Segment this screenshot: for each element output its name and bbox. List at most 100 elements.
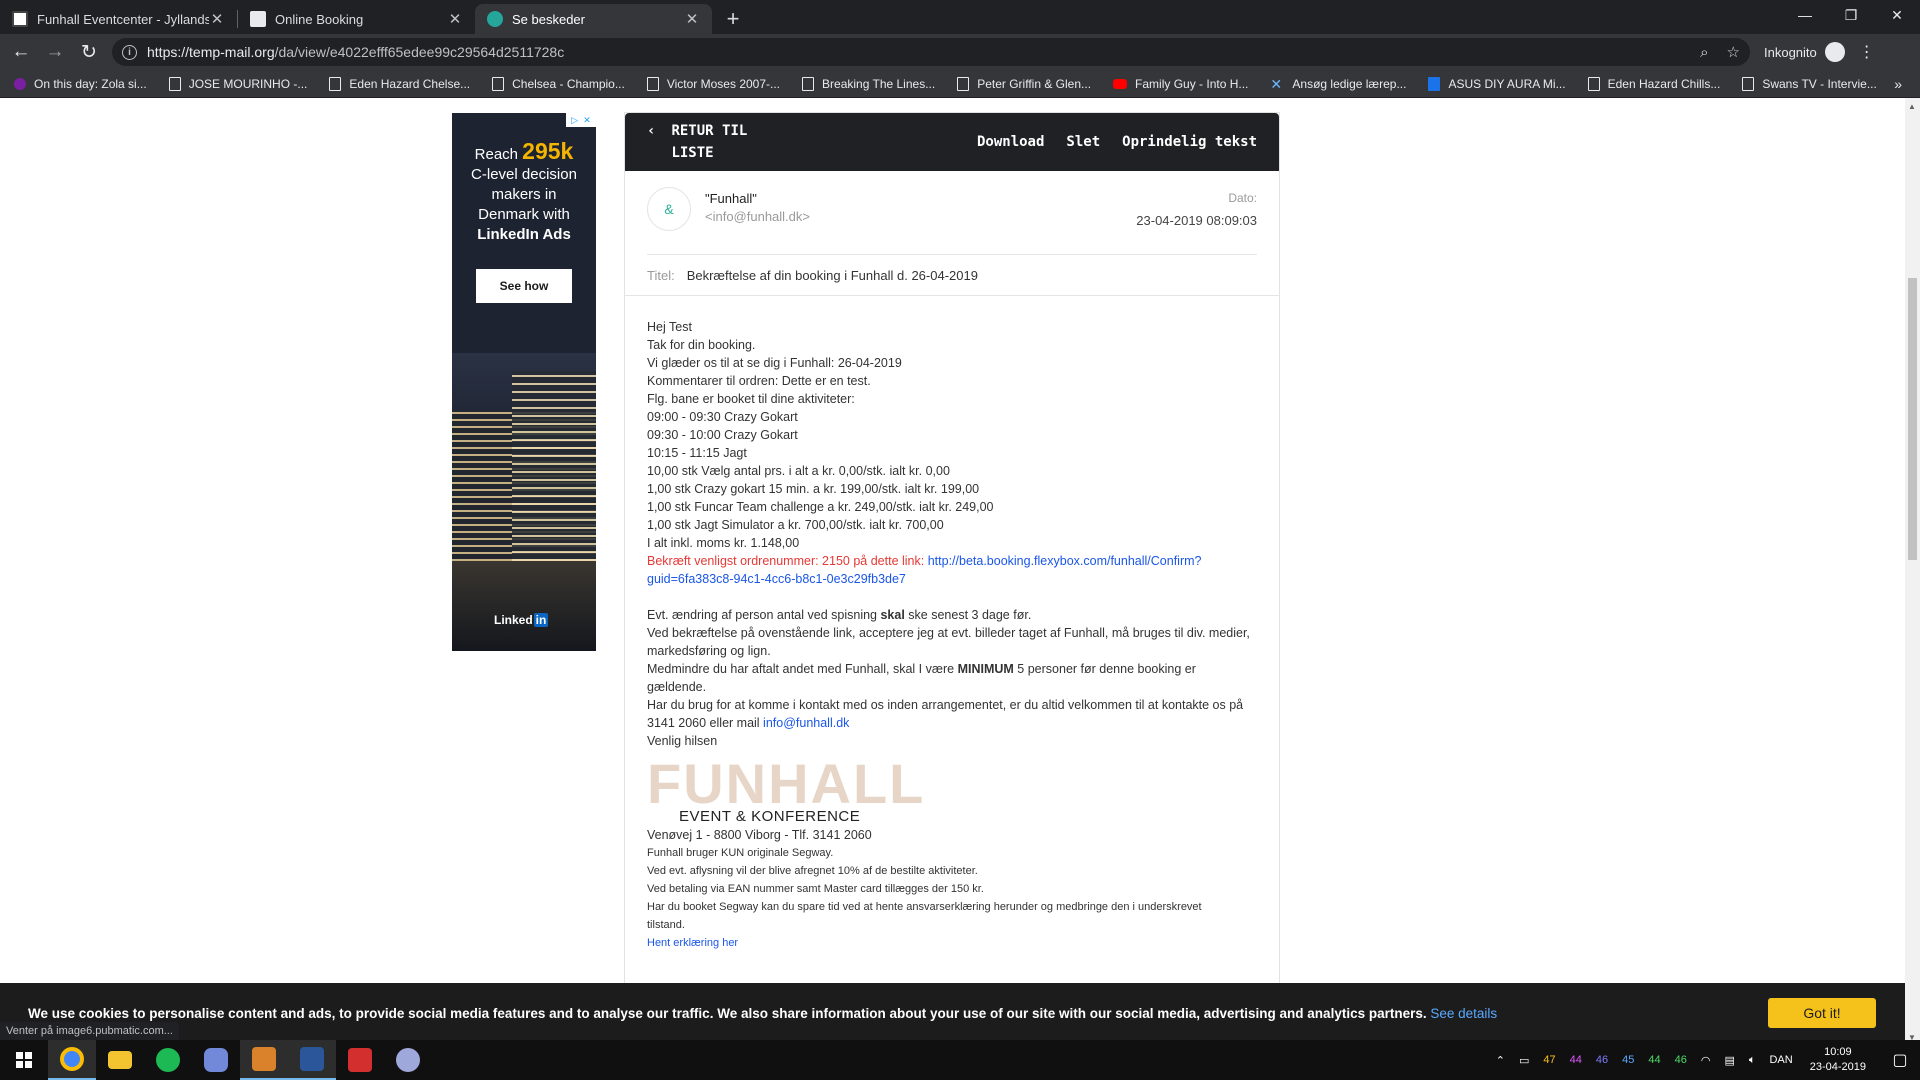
minimize-icon[interactable]: — xyxy=(1782,0,1828,30)
tray-number[interactable]: 46 xyxy=(1596,1054,1608,1066)
wifi-icon[interactable]: ◠ xyxy=(1701,1054,1711,1067)
bookmark-item[interactable]: Eden Hazard Chills... xyxy=(1587,76,1720,91)
confirm-link-guid[interactable]: guid=6fa383c8-94c1-4cc6-b8c1-0e3c29fb3de… xyxy=(647,572,906,586)
bookmark-label: Ansøg ledige lærep... xyxy=(1292,76,1407,91)
more-bookmarks-button[interactable]: » xyxy=(1894,76,1902,92)
battery-icon[interactable]: ▭ xyxy=(1519,1054,1529,1067)
tab-funhall[interactable]: Funhall Eventcenter - Jyllands st ✕ xyxy=(0,4,237,34)
forward-arrow-icon[interactable]: → xyxy=(38,37,72,67)
back-arrow-icon[interactable]: ← xyxy=(4,37,38,67)
body-paragraph: markedsføring og lign. xyxy=(647,644,771,658)
bookmark-label: Swans TV - Intervie... xyxy=(1762,76,1877,91)
confirm-text: Bekræft venligst ordrenummer: 2150 på de… xyxy=(647,554,925,568)
bookmark-item[interactable]: Swans TV - Intervie... xyxy=(1742,76,1877,91)
email-link[interactable]: info@funhall.dk xyxy=(763,716,849,730)
new-tab-button[interactable]: + xyxy=(718,4,748,34)
funhall-logo: FUNHALL EVENT & KONFERENCE xyxy=(647,752,926,826)
bookmark-item[interactable]: Family Guy - Into H... xyxy=(1113,77,1248,91)
download-button[interactable]: Download xyxy=(977,134,1044,150)
language-indicator[interactable]: DAN xyxy=(1769,1054,1792,1066)
close-icon[interactable]: ✕ xyxy=(447,10,463,28)
body-paragraph: Evt. ændring af person antal ved spisnin… xyxy=(647,608,1032,622)
page-scrollbar[interactable]: ▲ ▼ xyxy=(1905,98,1920,1046)
tray-number[interactable]: 46 xyxy=(1675,1054,1687,1066)
acrobat-icon[interactable] xyxy=(336,1040,384,1080)
body-line: 1,00 stk Jagt Simulator a kr. 700,00/stk… xyxy=(647,518,944,532)
email-header-bar: ‹ RETUR TIL LISTE Download Slet Oprindel… xyxy=(625,113,1279,171)
cookie-banner: We use cookies to personalise content an… xyxy=(0,983,1905,1046)
close-icon[interactable]: ✕ xyxy=(209,10,225,28)
body-line: 10,00 stk Vælg antal prs. i alt a kr. 0,… xyxy=(647,464,950,478)
chevron-up-icon[interactable]: ⌃ xyxy=(1496,1054,1505,1067)
volume-icon[interactable]: 🔈︎ xyxy=(1749,1054,1756,1067)
bookmark-item[interactable]: Peter Griffin & Glen... xyxy=(957,76,1092,91)
email-view: ‹ RETUR TIL LISTE Download Slet Oprindel… xyxy=(624,112,1280,1046)
linkedin-ad[interactable]: ▷ ✕ Reach 295k C-level decision makers in… xyxy=(452,113,596,651)
network-icon[interactable]: ▤ xyxy=(1724,1054,1734,1067)
back-to-list-button[interactable]: ‹ RETUR TIL LISTE xyxy=(647,120,807,164)
tab-se-beskeder[interactable]: Se beskeder ✕ xyxy=(475,4,712,34)
notification-icon[interactable]: ▢ xyxy=(1880,1040,1920,1080)
window-close-icon[interactable]: ✕ xyxy=(1874,0,1920,30)
browser-toolbar: ← → ↻ i https://temp-mail.org /da/view/e… xyxy=(0,34,1920,70)
ad-see-how-button[interactable]: See how xyxy=(476,269,572,303)
file-explorer-icon[interactable] xyxy=(96,1040,144,1080)
paint-icon[interactable] xyxy=(240,1040,288,1080)
download-declaration-link[interactable]: Hent erklæring her xyxy=(647,937,738,949)
chrome-icon[interactable] xyxy=(48,1040,96,1080)
tray-number[interactable]: 47 xyxy=(1543,1054,1555,1066)
bookmark-item[interactable]: JOSE MOURINHO -... xyxy=(168,76,307,91)
bookmark-item[interactable]: ASUS DIY AURA Mi... xyxy=(1428,76,1566,91)
menu-dots-icon[interactable]: ⋮ xyxy=(1859,42,1875,62)
windows-start-button[interactable] xyxy=(0,1040,48,1080)
reload-icon[interactable]: ↻ xyxy=(72,37,106,67)
paint-palette-icon[interactable] xyxy=(384,1040,432,1080)
word-icon[interactable] xyxy=(288,1040,336,1080)
discord-icon[interactable] xyxy=(192,1040,240,1080)
bookmark-item[interactable]: Eden Hazard Chelse... xyxy=(329,76,470,91)
document-favicon-icon xyxy=(250,11,266,27)
tray-number[interactable]: 44 xyxy=(1570,1054,1582,1066)
bookmark-label: Peter Griffin & Glen... xyxy=(977,76,1092,91)
date-label: Dato: xyxy=(1228,191,1257,205)
bookmark-star-icon[interactable]: ☆ xyxy=(1727,43,1740,61)
tab-title: Funhall Eventcenter - Jyllands st xyxy=(37,11,209,27)
scroll-up-icon[interactable]: ▲ xyxy=(1908,102,1916,111)
bookmark-item[interactable]: Victor Moses 2007-... xyxy=(646,76,780,91)
bookmark-item[interactable]: Chelsea - Champio... xyxy=(492,76,625,91)
body-paragraph: 3141 2060 eller mail info@funhall.dk xyxy=(647,716,850,730)
close-icon[interactable]: ✕ xyxy=(684,10,700,28)
other-icon xyxy=(14,77,26,90)
sender-info: & "Funhall" <info@funhall.dk> Dato: 23-0… xyxy=(647,171,1257,255)
page-icon xyxy=(492,76,505,91)
scrollbar-thumb[interactable] xyxy=(1908,278,1917,560)
tray-number[interactable]: 45 xyxy=(1622,1054,1634,1066)
bookmark-label: ASUS DIY AURA Mi... xyxy=(1448,76,1566,91)
got-it-button[interactable]: Got it! xyxy=(1768,998,1876,1028)
subject-label: Titel: xyxy=(647,267,675,283)
address-bar[interactable]: i https://temp-mail.org /da/view/e4022ef… xyxy=(112,38,1750,66)
spotify-icon[interactable] xyxy=(144,1040,192,1080)
regards: Venlig hilsen xyxy=(647,734,718,748)
page-icon xyxy=(1587,76,1600,91)
info-icon[interactable]: i xyxy=(122,44,137,60)
chevron-left-icon: ‹ xyxy=(647,123,656,139)
original-text-button[interactable]: Oprindelig tekst xyxy=(1122,134,1257,150)
ad-choices-icon[interactable]: ▷ ✕ xyxy=(566,113,596,127)
confirm-link[interactable]: http://beta.booking.flexybox.com/funhall… xyxy=(928,554,1202,568)
see-details-link[interactable]: See details xyxy=(1430,1006,1497,1021)
zoom-search-icon[interactable]: ⌕ xyxy=(1700,44,1708,61)
tray-number[interactable]: 44 xyxy=(1648,1054,1660,1066)
bookmark-item[interactable]: ✕ Ansøg ledige lærep... xyxy=(1270,77,1406,91)
body-line: Tak for din booking. xyxy=(647,338,756,352)
body-line: I alt inkl. moms kr. 1.148,00 xyxy=(647,536,800,550)
incognito-indicator[interactable]: Inkognito xyxy=(1764,42,1845,62)
tab-online-booking[interactable]: Online Booking ✕ xyxy=(238,4,475,34)
restore-icon[interactable]: ❐ xyxy=(1828,0,1874,30)
delete-button[interactable]: Slet xyxy=(1066,134,1100,150)
page-icon xyxy=(957,76,970,91)
bookmark-item[interactable]: Breaking The Lines... xyxy=(802,76,935,91)
clock[interactable]: 10:09 23-04-2019 xyxy=(1810,1045,1866,1075)
page-icon xyxy=(646,76,659,91)
bookmark-item[interactable]: On this day: Zola si... xyxy=(14,77,147,91)
